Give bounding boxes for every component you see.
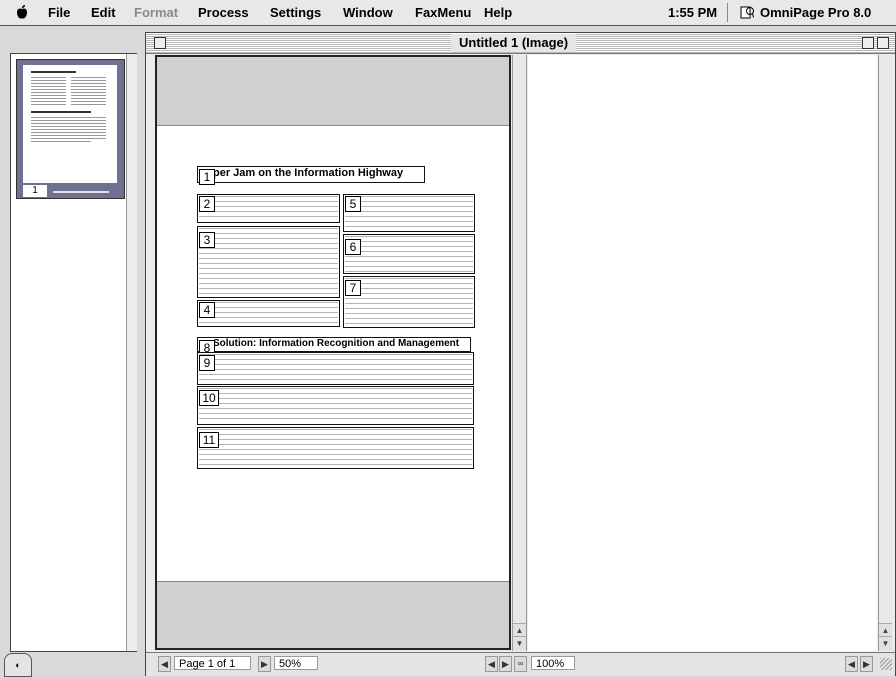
zone-number-label: 4 xyxy=(199,302,215,318)
menu-faxmenu[interactable]: FaxMenu xyxy=(415,5,471,20)
scroll-right-icon[interactable]: ▶ xyxy=(499,656,512,672)
zone-8[interactable]: Solution: Information Recognition and Ma… xyxy=(197,337,471,352)
scroll-right-icon[interactable]: ▶ xyxy=(860,656,873,672)
application-name[interactable]: OmniPage Pro 8.0 xyxy=(760,5,871,20)
zone-number-label: 6 xyxy=(345,239,361,255)
zone-number-label: 9 xyxy=(199,355,215,371)
resize-grip-icon[interactable] xyxy=(880,658,892,670)
thumbnail-preview-image xyxy=(31,71,106,142)
scroll-down-icon[interactable]: ▼ xyxy=(879,636,892,650)
zone-8-text: Solution: Information Recognition and Ma… xyxy=(213,338,463,349)
zone-11[interactable] xyxy=(197,427,474,469)
menu-separator xyxy=(727,3,728,22)
zone-7[interactable] xyxy=(343,276,475,328)
zone-number-label: 5 xyxy=(345,196,361,212)
zone-4[interactable] xyxy=(197,300,340,327)
menu-process[interactable]: Process xyxy=(198,5,249,20)
thumbnail-scrollbar[interactable] xyxy=(126,54,137,651)
omnipage-app-icon[interactable] xyxy=(740,5,754,19)
menu-format[interactable]: Format xyxy=(134,5,178,20)
apple-icon[interactable] xyxy=(14,4,30,20)
menu-edit[interactable]: Edit xyxy=(91,5,116,20)
collapse-box[interactable] xyxy=(877,37,889,49)
zone-9[interactable] xyxy=(197,352,474,385)
zone-3[interactable] xyxy=(197,226,340,298)
thumbnail-panel: 1 xyxy=(10,53,137,652)
window-title: Untitled 1 (Image) xyxy=(451,34,577,52)
zone-2[interactable] xyxy=(197,194,340,223)
thumbnail-status-indicator xyxy=(53,191,109,193)
page-indicator[interactable]: Page 1 of 1 xyxy=(174,656,251,670)
menu-window[interactable]: Window xyxy=(343,5,393,20)
zone-number-label: 7 xyxy=(345,280,361,296)
scroll-up-icon[interactable]: ▲ xyxy=(513,623,526,637)
dock-tab-icon[interactable]: ◐ xyxy=(4,653,32,677)
zone-number-label: 10 xyxy=(199,390,219,406)
previous-page-icon[interactable]: ◀ xyxy=(158,656,171,672)
text-zoom-field[interactable]: 100% xyxy=(531,656,575,670)
menu-bar: File Edit Format Process Settings Window… xyxy=(0,0,896,26)
scroll-down-icon[interactable]: ▼ xyxy=(513,636,526,650)
thumbnail-page-image xyxy=(23,65,117,183)
menu-clock[interactable]: 1:55 PM xyxy=(668,5,717,20)
zone-1-text: per Jam on the Information Highway xyxy=(213,167,407,179)
scroll-left-icon[interactable]: ◀ xyxy=(485,656,498,672)
status-bar: ◀ Page 1 of 1 ▶ 50% ◀ ▶ ∞ 100% ◀ ▶ xyxy=(146,652,895,676)
close-box[interactable] xyxy=(154,37,166,49)
menu-settings[interactable]: Settings xyxy=(270,5,321,20)
zone-10[interactable] xyxy=(197,386,474,425)
image-view[interactable]: per Jam on the Information Highway 1 2 3… xyxy=(155,55,511,650)
thumbnail-page-number: 1 xyxy=(23,185,47,197)
zone-number-label: 1 xyxy=(199,169,215,185)
scanned-page: per Jam on the Information Highway 1 2 3… xyxy=(157,125,509,582)
zone-number-label: 2 xyxy=(199,196,215,212)
text-editor-pane[interactable] xyxy=(528,55,877,651)
scroll-up-icon[interactable]: ▲ xyxy=(879,623,892,637)
menu-file[interactable]: File xyxy=(48,5,70,20)
document-window: Untitled 1 (Image) per Jam on the Inform… xyxy=(145,32,896,676)
menu-help[interactable]: Help xyxy=(484,5,512,20)
zoom-box[interactable] xyxy=(862,37,874,49)
zone-number-label: 11 xyxy=(199,432,219,448)
window-title-bar[interactable]: Untitled 1 (Image) xyxy=(146,33,895,54)
page-thumbnail[interactable]: 1 xyxy=(16,59,125,199)
image-zoom-field[interactable]: 50% xyxy=(274,656,318,670)
text-scrollbar[interactable]: ▲ ▼ xyxy=(878,55,893,651)
zone-number-label: 3 xyxy=(199,232,215,248)
zone-6[interactable] xyxy=(343,234,475,274)
scroll-left-icon[interactable]: ◀ xyxy=(845,656,858,672)
next-page-icon[interactable]: ▶ xyxy=(258,656,271,672)
zone-1[interactable]: per Jam on the Information Highway xyxy=(197,166,425,183)
link-views-icon[interactable]: ∞ xyxy=(514,656,527,672)
zone-5[interactable] xyxy=(343,194,475,232)
image-scrollbar[interactable]: ▲ ▼ xyxy=(512,55,527,651)
